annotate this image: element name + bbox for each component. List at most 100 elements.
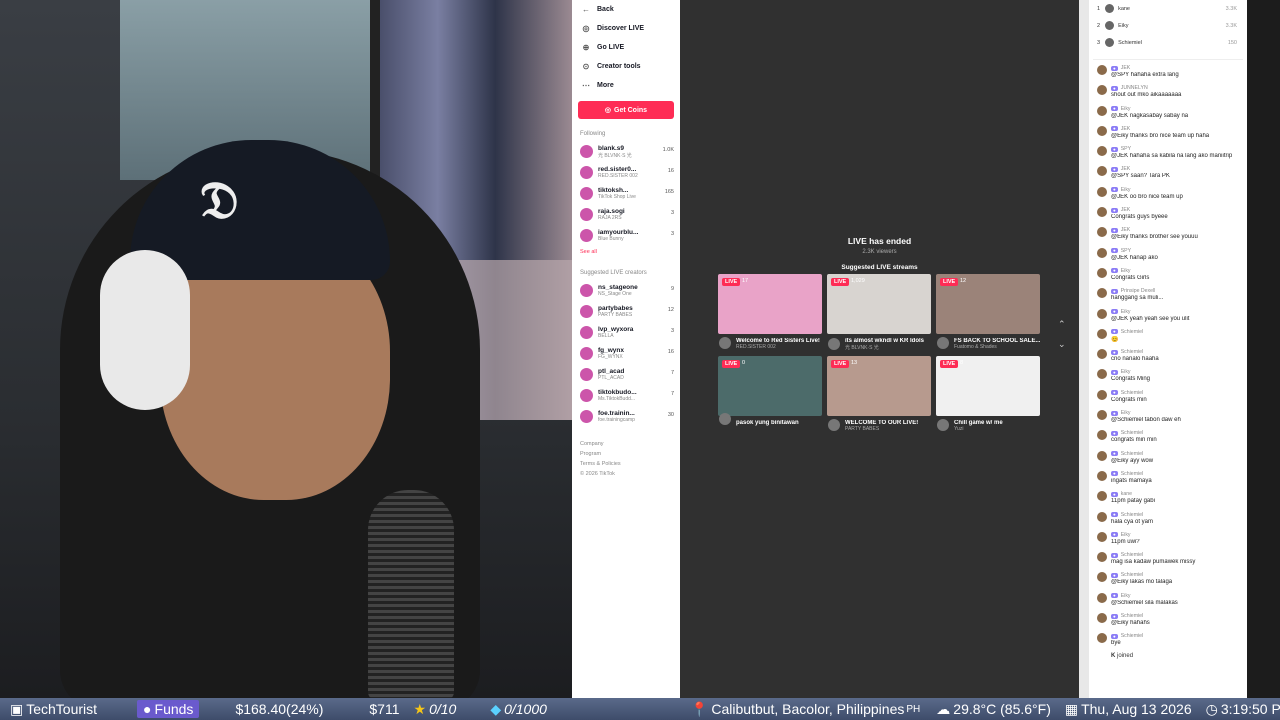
nav-item-2[interactable]: ⊕ Go LIVE (572, 38, 680, 57)
viewer-count: 12 (667, 307, 674, 313)
location: Calibutbut, Bacolor, Philippines (711, 701, 905, 717)
stream-thumbnail: LIVE 8 (936, 356, 1040, 416)
host-avatar (828, 338, 840, 350)
status-bar: ▣ TechTourist ● Funds $168.40(24%) $711 ★ 0… (0, 698, 1280, 720)
nav-item-4[interactable]: ⋯ More (572, 76, 680, 95)
account-subtitle: FG_WYNX (598, 354, 623, 360)
chat-username: JEK (1120, 65, 1131, 71)
account-item[interactable]: foe.trainin... foe.trainingcamp 30 (572, 406, 680, 427)
chat-message: ● Schiemiel cno nanalo haaha (1089, 346, 1247, 366)
level-badge: ● (1111, 248, 1118, 254)
see-all-link[interactable]: See all (572, 246, 680, 258)
account-item[interactable]: partybabes PARTY BABES 12 (572, 301, 680, 322)
chat-message: ● Eiky @Schiemiel sila malakas (1089, 590, 1247, 610)
stream-thumbnail: LIVE 17 (718, 274, 822, 334)
funds-label: Funds (154, 701, 194, 717)
stream-host: RED.SISTER 002 (736, 344, 776, 350)
stream-card[interactable]: LIVE 13 WELCOME TO OUR LIVE! PARTY BABES (827, 356, 931, 432)
level-badge: ● (1111, 126, 1118, 132)
chat-username: SPY (1120, 247, 1132, 254)
chat-text: Congrats min (1111, 396, 1147, 403)
stream-viewers: 13 (851, 360, 858, 366)
joined-user: K (1111, 652, 1116, 659)
avatar (1097, 410, 1107, 421)
account-item[interactable]: ns_stageone NS_Stage One 9 (572, 280, 680, 301)
chevron-up-icon[interactable]: ⌃ (1058, 314, 1066, 334)
viewer-count: 9 (670, 286, 674, 292)
stream-viewers: 1,029 (851, 278, 865, 284)
top-gifter: 3 Schiemiel 150 (1097, 34, 1239, 51)
stream-card[interactable]: LIVE 0 pasok yung binitawan (718, 356, 822, 426)
avatar (1097, 247, 1107, 258)
account-item[interactable]: iamyourblu... Blue Bunny 3 (572, 225, 680, 246)
footer-link[interactable]: Program (572, 449, 680, 459)
live-badge: LIVE (831, 360, 850, 368)
nav-item-0[interactable]: ← Back (572, 0, 680, 19)
chat-text: @Eiky ayy wow (1111, 457, 1154, 464)
account-subtitle: Ms.TiktokBudd... (598, 396, 636, 402)
chat-text: @Eiky hahahs (1111, 620, 1150, 627)
chat-message: ● Eiky 11pm uwi? (1089, 529, 1247, 549)
chat-username: Schiemiel (1120, 633, 1144, 640)
stream-card[interactable]: LIVE 12 FS BACK TO SCHOOL SALE... Fuatomo &… (936, 274, 1040, 350)
chat-user: ● JEK (1111, 165, 1239, 173)
chat-text: @Eiky thanks brother see youuu (1111, 234, 1198, 241)
stream-card[interactable]: LIVE 17 Welcome to Red Sisters Live! RED.SI… (718, 274, 822, 350)
account-name: raja.sogi (598, 208, 625, 215)
gift-count: 150 (1227, 39, 1237, 46)
nav-item-1[interactable]: ◎ Discover LIVE (572, 19, 680, 38)
chat-message: ● Schiemiel @Eiky ayy wow (1089, 448, 1247, 468)
account-item[interactable]: blank.s9 光 BLVNK·S 光 1.0K (572, 141, 680, 162)
carousel-arrows: ⌃ ⌄ (1058, 314, 1066, 354)
live-badge: LIVE (940, 278, 959, 286)
avatar (580, 229, 593, 242)
account-name: blank.s9 (598, 144, 625, 152)
coin-icon: ◎ (604, 107, 612, 114)
nav-item-3[interactable]: ⊙ Creator tools (572, 57, 680, 76)
level-badge: ● (1111, 166, 1118, 172)
chat-username: Schiemiel (1120, 349, 1144, 356)
level-badge: ● (1111, 349, 1118, 355)
account-item[interactable]: tiktokbudo... Ms.TiktokBudd... 7 (572, 385, 680, 406)
get-coins-button[interactable]: ◎ Get Coins (578, 101, 674, 119)
chat-user: ● Eiky (1111, 368, 1239, 376)
account-item[interactable]: tiktoksh... TikTok Shop Live 165 (572, 183, 680, 204)
chat-text: 11pm patay gabi (1111, 498, 1155, 505)
chat-user: ● Schiemiel (1111, 470, 1239, 478)
footer-link[interactable]: Terms & Policies (572, 459, 680, 469)
avatar (1097, 450, 1107, 461)
country-code: PH (906, 703, 921, 715)
chat-user: ● Schiemiel (1111, 632, 1239, 640)
account-item[interactable]: lvp_wyxora BELLA 3 (572, 322, 680, 343)
avatar (1097, 186, 1107, 197)
host-avatar (937, 419, 949, 431)
account-item[interactable]: ptl_acad PTL_ACAD 7 (572, 364, 680, 385)
footer-link[interactable]: © 2026 TikTok (572, 469, 680, 479)
host-avatar (937, 337, 949, 349)
avatar (1097, 146, 1107, 157)
chevron-down-icon[interactable]: ⌄ (1058, 334, 1066, 354)
avatar (1105, 4, 1115, 13)
account-item[interactable]: fg_wynx FG_WYNX 16 (572, 343, 680, 364)
stream-card[interactable]: LIVE 1,029 its almost wkndl w KR Idols 光 BL… (827, 274, 931, 351)
live-ended-title: LIVE has ended (847, 236, 912, 246)
chat-username: Schiemiel (1120, 613, 1144, 620)
footer-link[interactable]: Company (572, 439, 680, 449)
account-item[interactable]: raja.sogi RAJA 2RS 3 (572, 204, 680, 225)
chat-message: ● JUNNELYN shout out mko aikaaaaaaa (1089, 82, 1247, 102)
level-badge: ● (1111, 146, 1118, 152)
avatar (580, 368, 593, 381)
stream-card[interactable]: LIVE 8 Chill game w/ me Yuzi (936, 356, 1040, 432)
chat-message: ● Eiky Congrats Ming (1089, 366, 1247, 386)
chat-message: ● JEK @Eiky thanks brother see youuu (1089, 224, 1247, 244)
following-title: Following (580, 131, 606, 137)
gift-count: 3.3K (1225, 22, 1237, 29)
chat-username: Schiemiel (1120, 450, 1144, 457)
chat-user: ● Prinsipe Dexell (1111, 287, 1239, 295)
chat-message: ● Schiemiel congrats min min (1089, 427, 1247, 447)
account-item[interactable]: red.sister0... RED.SISTER 002 16 (572, 162, 680, 183)
chat-username: Schiemiel (1120, 511, 1144, 518)
chat-message: ● JEK Congrats guys byeee (1089, 204, 1247, 224)
chat-message: ● JEK @SPY saan? Tara PK (1089, 163, 1247, 183)
chat-user: ● Schiemiel (1111, 348, 1239, 356)
